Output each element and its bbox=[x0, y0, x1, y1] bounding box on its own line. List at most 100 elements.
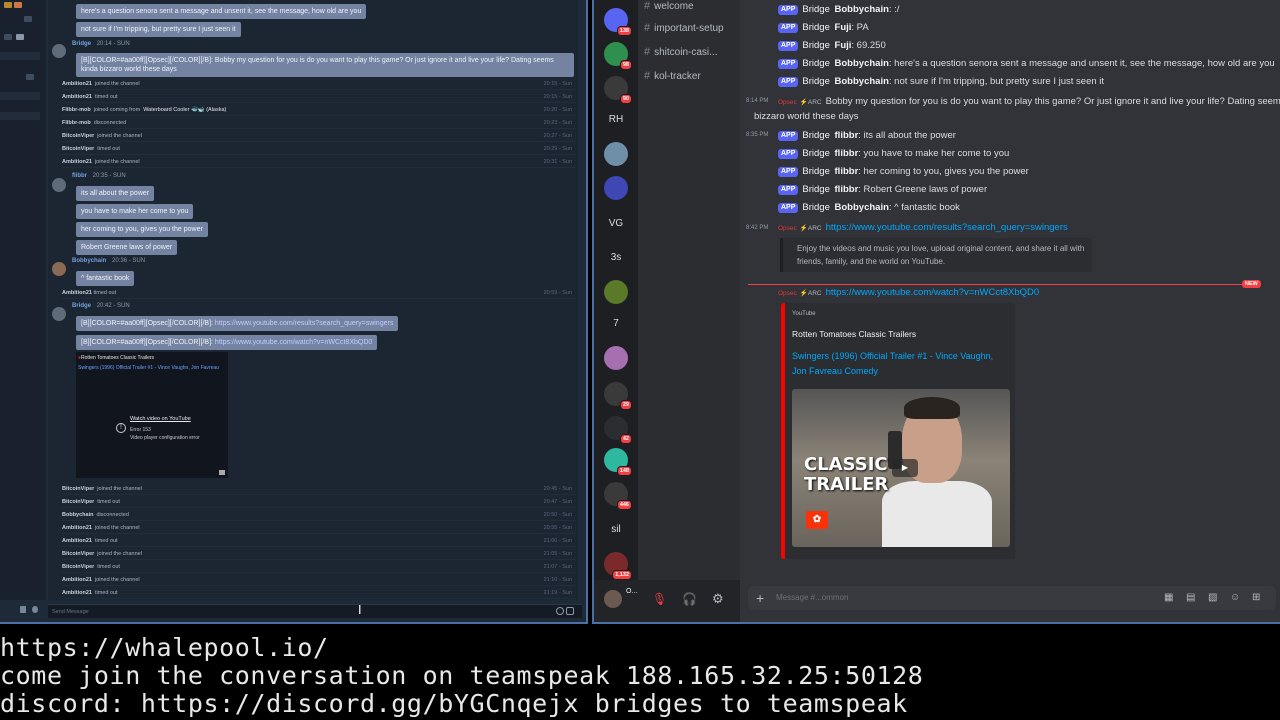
emoji-icon[interactable]: ☺ bbox=[1230, 592, 1240, 603]
watch-on-youtube-link[interactable]: Watch video on YouTube bbox=[130, 416, 191, 422]
author-name[interactable]: Opsec bbox=[778, 225, 797, 232]
server-icon[interactable]: sil bbox=[604, 518, 628, 542]
message-author[interactable]: Bobbychain 20:36 - SUN bbox=[72, 258, 145, 264]
message-author[interactable]: Bridge 20:14 - SUN bbox=[72, 41, 130, 47]
server-icon[interactable]: 148 bbox=[604, 448, 632, 476]
embed-title-link[interactable]: Swingers (1996) Official Trailer #1 - Vi… bbox=[792, 349, 1002, 379]
plus-icon[interactable]: + bbox=[756, 590, 764, 606]
channel-icon[interactable] bbox=[16, 34, 24, 40]
sticker-icon[interactable]: ▧ bbox=[1208, 592, 1217, 603]
event-user[interactable]: BitcoinViper bbox=[62, 486, 94, 492]
server-icon[interactable]: 42 bbox=[604, 416, 632, 444]
attach-icon[interactable] bbox=[566, 607, 574, 615]
author-name[interactable]: Fuji bbox=[835, 40, 852, 51]
bridge-name[interactable]: Bridge bbox=[802, 76, 829, 87]
event-user[interactable]: BitcoinViper bbox=[62, 551, 94, 557]
server-icon[interactable] bbox=[14, 2, 22, 8]
message-link[interactable]: https://www.youtube.com/watch?v=nWCct8Xb… bbox=[826, 287, 1040, 298]
event-user[interactable]: Ambition21 bbox=[62, 81, 92, 87]
event-user[interactable]: Ambition21 bbox=[62, 538, 92, 544]
bridge-name[interactable]: Bridge bbox=[802, 4, 829, 15]
server-icon[interactable] bbox=[4, 2, 12, 8]
server-icon[interactable] bbox=[604, 142, 628, 166]
server-icon[interactable]: 7 bbox=[604, 312, 628, 336]
author-name[interactable]: flibbr bbox=[835, 130, 859, 141]
user-icon[interactable] bbox=[24, 16, 32, 22]
headphones-icon[interactable]: 🎧 bbox=[682, 592, 697, 606]
server-icon[interactable]: 1,132 bbox=[604, 552, 632, 580]
channel-kol-tracker[interactable]: # kol-tracker bbox=[644, 70, 701, 82]
event-channel[interactable]: Waterboard Cooler 🐳🐋 (Alaska) bbox=[143, 107, 226, 113]
embed-provider[interactable]: YouTube bbox=[792, 311, 816, 317]
channel-shitcoin-casino[interactable]: # shitcoin-casi... bbox=[644, 46, 717, 58]
server-icon[interactable]: 29 bbox=[604, 382, 632, 410]
embed-title-link[interactable]: Swingers (1996) Official Trailer #1 - Vi… bbox=[78, 365, 219, 371]
author-name[interactable]: Bobbychain bbox=[835, 4, 889, 15]
youtube-logo-icon[interactable] bbox=[219, 470, 225, 475]
apps-icon[interactable]: ⊞ bbox=[1252, 592, 1260, 603]
author-name[interactable]: flibbr bbox=[835, 184, 859, 195]
tab-icon[interactable] bbox=[26, 74, 34, 80]
author-name[interactable]: flibbr bbox=[835, 148, 859, 159]
author-name[interactable]: Bobbychain bbox=[835, 76, 889, 87]
mic-icon[interactable] bbox=[20, 606, 26, 613]
event-user[interactable]: Ambition21 bbox=[62, 525, 92, 531]
embed-author[interactable]: Rotten Tomatoes Classic Trailers bbox=[792, 329, 916, 339]
author-name[interactable]: Opsec bbox=[778, 99, 797, 106]
event-user[interactable]: Flibbr-mob bbox=[62, 107, 91, 113]
event-user[interactable]: Ambition21 bbox=[62, 94, 92, 100]
event-user[interactable]: Ambition21 bbox=[62, 290, 92, 296]
author-name[interactable]: Bobbychain bbox=[835, 58, 889, 69]
server-icon[interactable]: 138 bbox=[604, 8, 632, 36]
event-user[interactable]: BitcoinViper bbox=[62, 146, 94, 152]
event-user[interactable]: Ambition21 bbox=[62, 577, 92, 583]
server-icon[interactable]: RH bbox=[604, 108, 628, 132]
event-user[interactable]: BitcoinViper bbox=[62, 499, 94, 505]
avatar[interactable] bbox=[604, 590, 622, 608]
event-user[interactable]: BitcoinViper bbox=[62, 564, 94, 570]
author-name[interactable]: Opsec bbox=[778, 290, 797, 297]
gear-icon[interactable]: ⚙ bbox=[712, 591, 724, 607]
event-user[interactable]: Ambition21 bbox=[62, 590, 92, 596]
message-author[interactable]: flibbr 20:35 - SUN bbox=[72, 173, 126, 179]
channel-welcome[interactable]: # welcome bbox=[644, 0, 694, 12]
author-name[interactable]: flibbr bbox=[835, 166, 859, 177]
gift-icon[interactable]: ▦ bbox=[1164, 592, 1173, 603]
bridge-name[interactable]: Bridge bbox=[802, 130, 829, 141]
bridge-name[interactable]: Bridge bbox=[802, 202, 829, 213]
sidebar-row[interactable] bbox=[0, 112, 40, 120]
event-user[interactable]: Bobbychain bbox=[62, 512, 93, 518]
youtube-embed[interactable]: Rotten Tomatoes Classic Trailers Swinger… bbox=[76, 352, 228, 478]
user-icon[interactable] bbox=[32, 606, 38, 613]
bridge-name[interactable]: Bridge bbox=[802, 166, 829, 177]
mic-muted-icon[interactable]: 🎙 bbox=[652, 592, 667, 606]
message-link[interactable]: https://www.youtube.com/results?search_q… bbox=[826, 222, 1068, 233]
server-icon[interactable] bbox=[604, 280, 628, 304]
gif-icon[interactable]: ▤ bbox=[1186, 592, 1195, 603]
message-link[interactable]: https://www.youtube.com/watch?v=nWCct8Xb… bbox=[215, 339, 372, 346]
author-name[interactable]: Fuji bbox=[835, 22, 852, 33]
video-thumbnail[interactable]: CLASSIC TRAILER ▶ ✿ bbox=[792, 389, 1010, 547]
bridge-name[interactable]: Bridge bbox=[802, 22, 829, 33]
author-name[interactable]: Bobbychain bbox=[835, 202, 889, 213]
sidebar-row[interactable] bbox=[0, 52, 40, 60]
server-icon[interactable] bbox=[604, 176, 628, 200]
event-user[interactable]: Flibbr-mob bbox=[62, 120, 91, 126]
channel-icon[interactable] bbox=[4, 34, 12, 40]
play-icon[interactable]: ▶ bbox=[892, 459, 918, 477]
server-icon[interactable]: 90 bbox=[604, 76, 632, 104]
emoji-icon[interactable] bbox=[556, 607, 564, 615]
server-icon[interactable]: 98 bbox=[604, 42, 632, 70]
server-icon[interactable] bbox=[604, 346, 628, 370]
server-icon[interactable]: 446 bbox=[604, 482, 632, 510]
bridge-name[interactable]: Bridge bbox=[802, 58, 829, 69]
message-author[interactable]: Bridge 20:42 - SUN bbox=[72, 303, 130, 309]
bridge-name[interactable]: Bridge bbox=[802, 148, 829, 159]
bridge-name[interactable]: Bridge bbox=[802, 40, 829, 51]
server-icon[interactable]: VG bbox=[604, 212, 628, 236]
message-input[interactable]: Send Message bbox=[48, 604, 582, 618]
channel-important-setup[interactable]: # important-setup bbox=[644, 22, 724, 34]
event-user[interactable]: Ambition21 bbox=[62, 159, 92, 165]
bridge-name[interactable]: Bridge bbox=[802, 184, 829, 195]
server-icon[interactable]: 3s bbox=[604, 246, 628, 270]
